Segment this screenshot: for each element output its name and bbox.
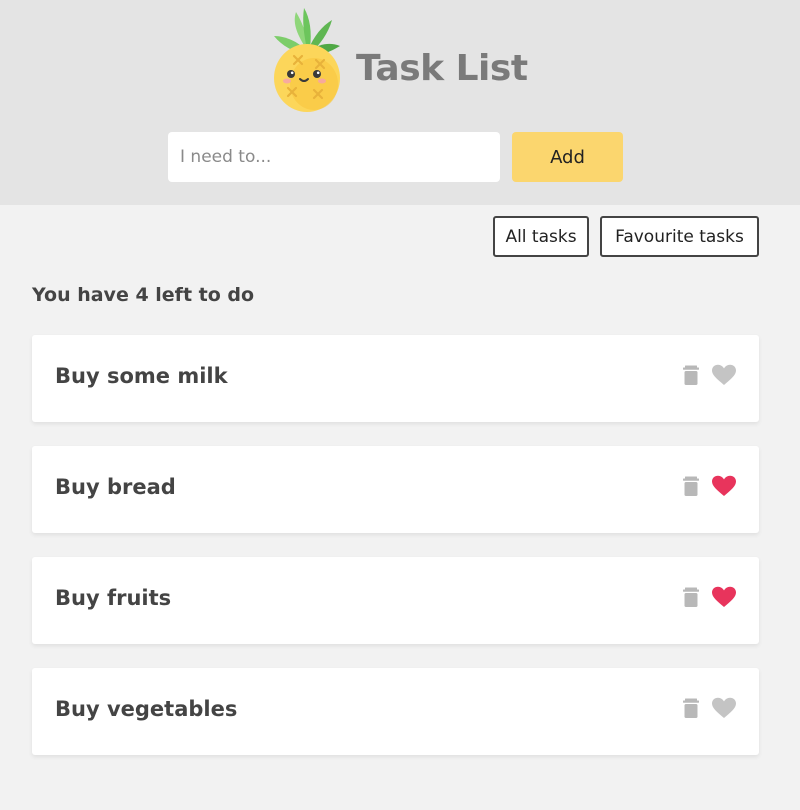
new-task-input[interactable] xyxy=(168,132,500,182)
task-item: Buy bread xyxy=(32,446,759,533)
trash-icon[interactable] xyxy=(681,365,701,385)
filter-all-tasks-button[interactable]: All tasks xyxy=(493,216,589,257)
trash-icon[interactable] xyxy=(681,476,701,496)
task-title: Buy fruits xyxy=(55,586,172,610)
task-item: Buy fruits xyxy=(32,557,759,644)
heart-icon[interactable] xyxy=(711,475,737,497)
add-task-button[interactable]: Add xyxy=(512,132,623,182)
heart-icon[interactable] xyxy=(711,586,737,608)
heart-icon[interactable] xyxy=(711,364,737,386)
task-list: Buy some milk Buy bread Buy fruits Buy v… xyxy=(32,335,759,779)
task-item: Buy some milk xyxy=(32,335,759,422)
task-item: Buy vegetables xyxy=(32,668,759,755)
task-title: Buy bread xyxy=(55,475,176,499)
trash-icon[interactable] xyxy=(681,587,701,607)
trash-icon[interactable] xyxy=(681,698,701,718)
remaining-count-text: You have 4 left to do xyxy=(32,284,255,306)
task-title: Buy vegetables xyxy=(55,697,238,721)
filter-favourite-tasks-button[interactable]: Favourite tasks xyxy=(600,216,759,257)
pineapple-logo-icon xyxy=(274,8,340,112)
task-title: Buy some milk xyxy=(55,364,228,388)
app-title: Task List xyxy=(356,48,528,89)
app-header: Task List Add xyxy=(0,0,800,205)
heart-icon[interactable] xyxy=(711,697,737,719)
